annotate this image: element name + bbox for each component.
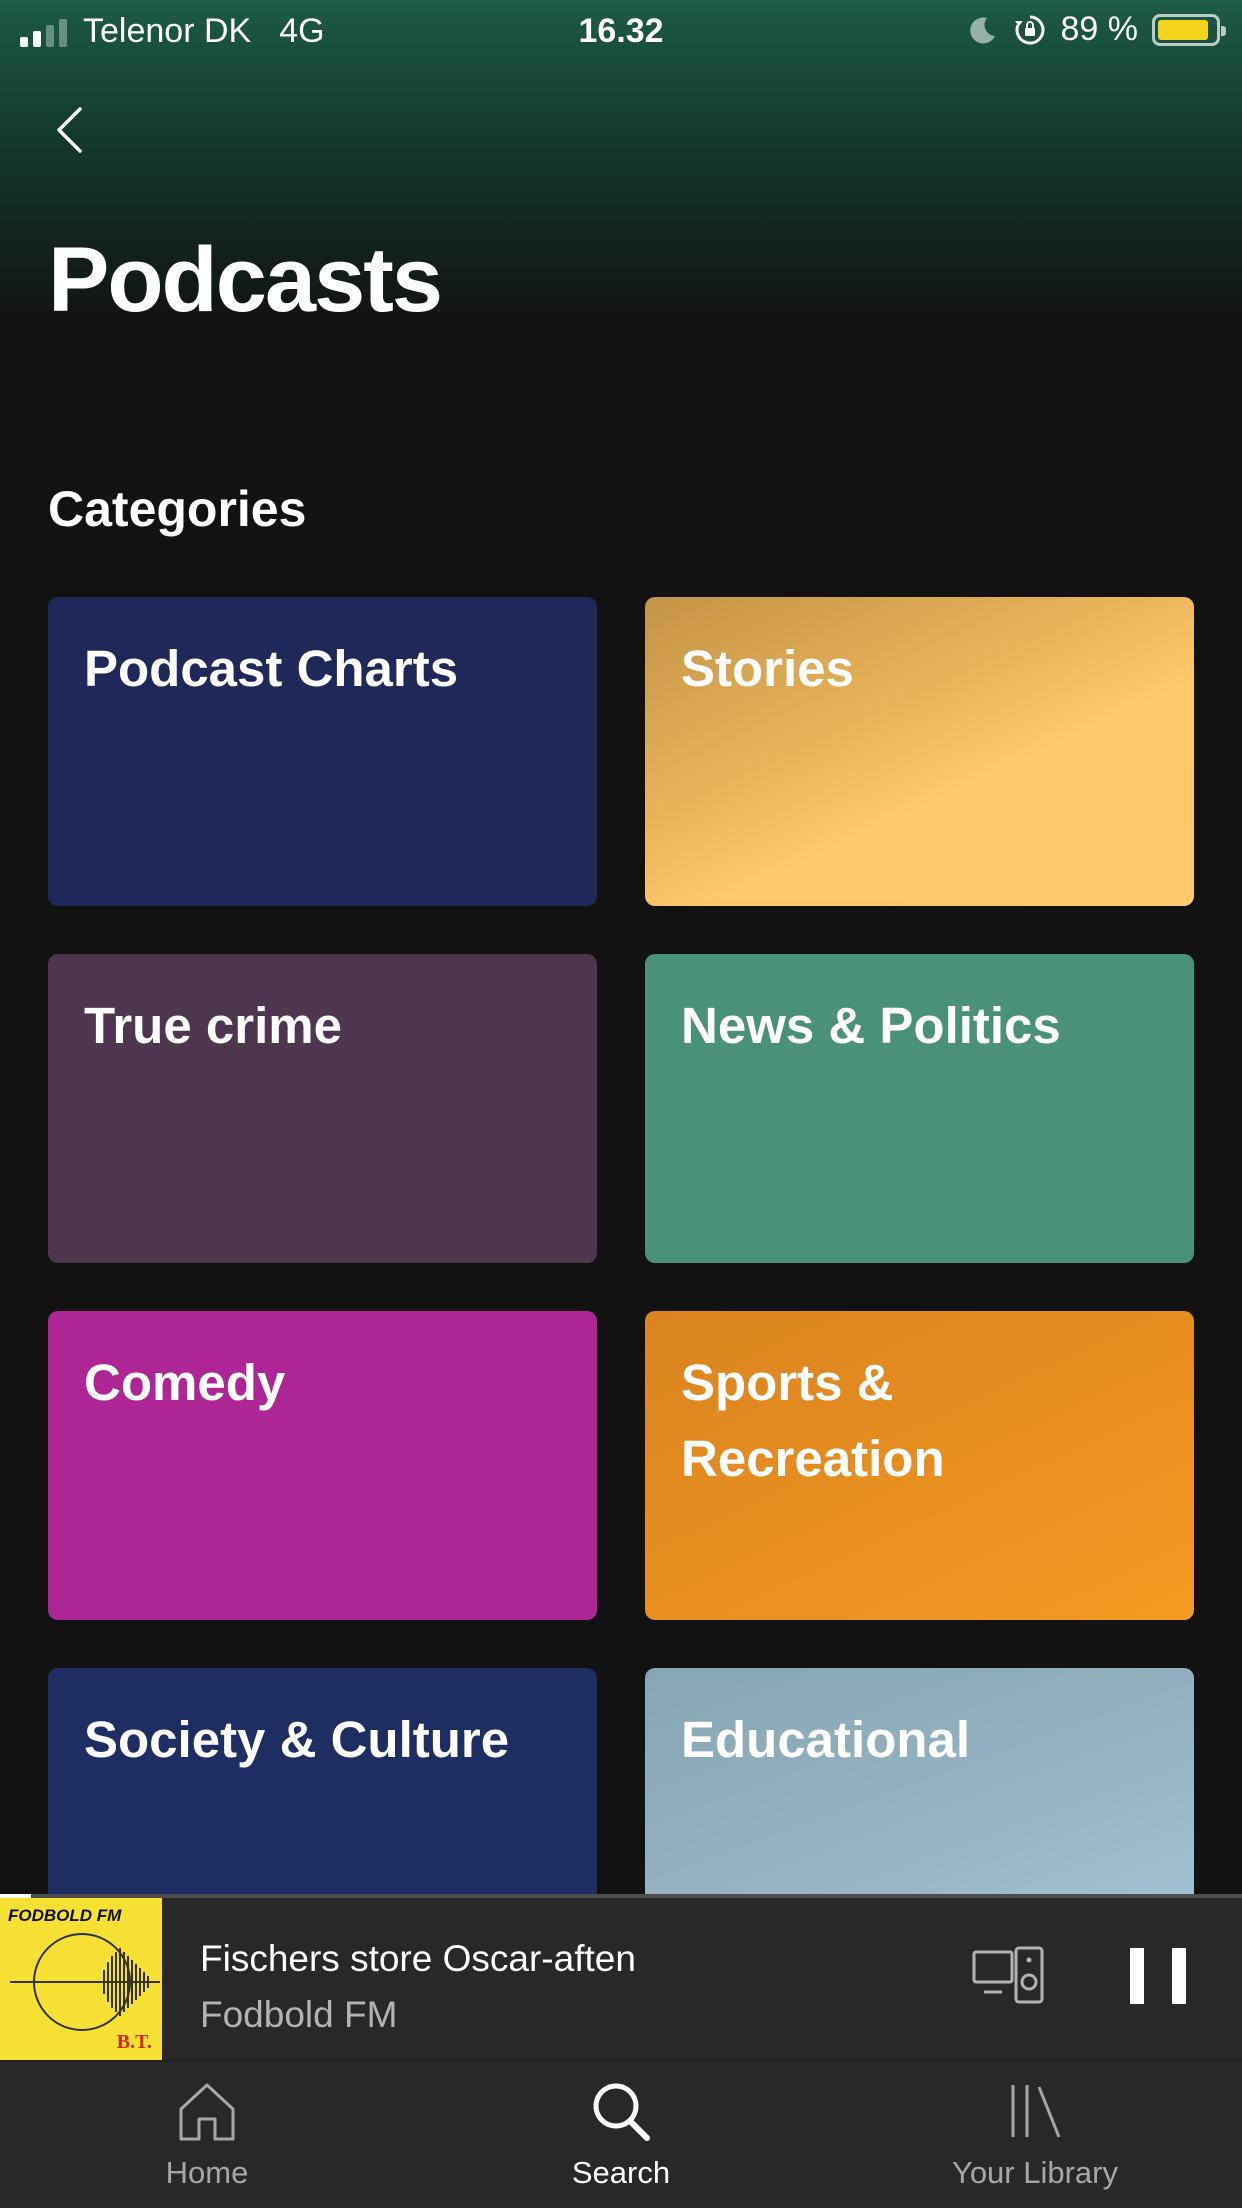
tab-your-library[interactable]: Your Library [828,2061,1242,2208]
artwork-brand: B.T. [116,2031,152,2053]
pause-button[interactable] [1130,1948,1186,2008]
tab-your-library-label: Your Library [951,2155,1118,2190]
tab-bar: Home Search Your Library [0,2060,1242,2208]
category-label: True crime [84,997,342,1054]
battery-tip [1221,25,1226,36]
category-label: Stories [681,640,854,697]
tab-search[interactable]: Search [414,2061,828,2208]
battery-percent: 89 % [1060,10,1139,48]
search-icon [593,2083,650,2141]
mini-player[interactable]: FODBOLD FM B.T. Fischers store Oscar-aft… [0,1894,1242,2060]
categories-grid: Podcast Charts Stories True crime News &… [48,597,1194,1977]
category-label: Sports & Recreation [681,1354,945,1487]
moon-icon [969,16,995,43]
pause-icon-bar [1172,1948,1186,2004]
category-card-true-crime[interactable]: True crime [48,954,597,1263]
library-icon [1011,2085,1061,2138]
category-card-stories[interactable]: Stories [645,597,1194,906]
battery-fill [1158,19,1208,40]
battery-icon [1152,13,1226,46]
category-label: Podcast Charts [84,640,459,697]
podcast-artwork: FODBOLD FM B.T. [0,1898,162,2060]
category-card-news-politics[interactable]: News & Politics [645,954,1194,1263]
podcast-name[interactable]: Fodbold FM [200,1994,397,2036]
episode-title[interactable]: Fischers store Oscar-aften [200,1938,636,1980]
category-card-sports-recreation[interactable]: Sports & Recreation [645,1311,1194,1620]
category-label: Society & Culture [84,1711,510,1768]
back-button[interactable] [44,100,94,160]
category-label: Comedy [84,1354,286,1411]
tab-search-label: Search [571,2155,671,2190]
playback-progress [0,1894,1242,1898]
category-label: Educational [681,1711,971,1768]
category-card-comedy[interactable]: Comedy [48,1311,597,1620]
home-icon [179,2083,235,2141]
devices-icon [972,1946,1044,2004]
status-bar: Telenor DK 4G 16.32 89 % [0,0,1242,62]
rotation-lock-icon [1014,15,1044,44]
pause-icon [1130,1948,1144,2004]
page-title: Podcasts [48,229,443,331]
categories-heading: Categories [48,481,307,537]
tab-home-label: Home [165,2155,249,2190]
tab-home[interactable]: Home [0,2061,414,2208]
chevron-left-icon [57,107,82,153]
devices-button[interactable] [972,1946,1044,2006]
status-right: 89 % [967,10,1226,49]
category-label: News & Politics [681,997,1061,1054]
category-card-podcast-charts[interactable]: Podcast Charts [48,597,597,906]
